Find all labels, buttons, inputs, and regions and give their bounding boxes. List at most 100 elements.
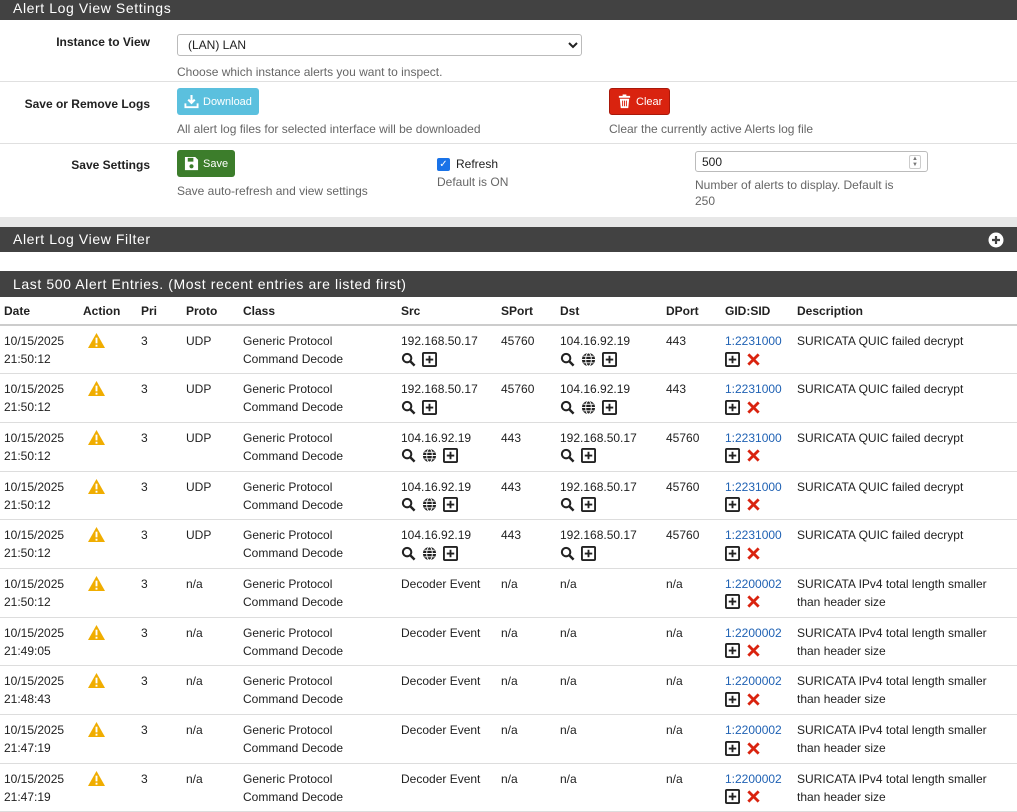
filter-panel-header[interactable]: Alert Log View Filter [0, 227, 1017, 252]
globe-icon[interactable] [422, 448, 437, 463]
sport-cell: n/a [497, 714, 556, 764]
search-icon[interactable] [560, 497, 575, 512]
pri-cell: 3 [137, 568, 182, 618]
add-to-list-icon[interactable] [422, 399, 437, 415]
dst-icons [560, 398, 658, 416]
add-to-list-icon[interactable] [602, 351, 617, 367]
search-icon[interactable] [401, 400, 416, 415]
proto-cell: n/a [182, 568, 239, 618]
save-remove-row: Save or Remove Logs Download All alert l… [0, 82, 1017, 144]
globe-icon[interactable] [422, 497, 437, 512]
globe-icon[interactable] [422, 546, 437, 561]
refresh-checkbox-group[interactable]: ✓ Refresh [437, 157, 695, 172]
date-cell: 10/15/2025 [4, 479, 65, 494]
col-sport[interactable]: SPort [497, 297, 556, 326]
disable-rule-icon[interactable] [746, 692, 761, 707]
add-to-suppress-icon[interactable] [725, 740, 740, 756]
gidsid-link[interactable]: 1:2200002 [725, 624, 789, 642]
disable-rule-icon[interactable] [746, 741, 761, 756]
dport-cell: n/a [662, 568, 721, 618]
col-class[interactable]: Class [239, 297, 397, 326]
gidsid-link[interactable]: 1:2200002 [725, 721, 789, 739]
col-src[interactable]: Src [397, 297, 497, 326]
instance-select[interactable]: (LAN) LAN [177, 34, 582, 56]
col-dst[interactable]: Dst [556, 297, 662, 326]
add-to-suppress-icon[interactable] [725, 643, 740, 659]
pri-cell: 3 [137, 422, 182, 472]
add-to-list-icon[interactable] [443, 448, 458, 464]
gidsid-link[interactable]: 1:2231000 [725, 526, 789, 544]
disable-rule-icon[interactable] [746, 546, 761, 561]
refresh-checkbox[interactable]: ✓ [437, 158, 450, 172]
add-to-suppress-icon[interactable] [725, 545, 740, 561]
col-description[interactable]: Description [793, 297, 1017, 326]
add-to-list-icon[interactable] [581, 448, 596, 464]
clear-button[interactable]: Clear [609, 88, 671, 115]
search-icon[interactable] [401, 497, 416, 512]
search-icon[interactable] [401, 352, 416, 367]
src-cell: 104.16.92.19 [401, 528, 472, 543]
plus-circle-icon[interactable] [988, 232, 1004, 248]
disable-rule-icon[interactable] [746, 400, 761, 415]
globe-icon[interactable] [581, 400, 596, 415]
date-cell: 10/15/2025 [4, 334, 65, 348]
spinner-down-icon[interactable]: ▼ [912, 162, 918, 168]
add-to-suppress-icon[interactable] [725, 497, 740, 513]
gidsid-link[interactable]: 1:2200002 [725, 672, 789, 690]
disable-rule-icon[interactable] [746, 497, 761, 512]
add-to-list-icon[interactable] [602, 399, 617, 415]
sport-cell: n/a [497, 763, 556, 812]
add-to-list-icon[interactable] [581, 497, 596, 513]
search-icon[interactable] [401, 546, 416, 561]
src-icons [401, 690, 493, 708]
class-line1: Generic Protocol [243, 625, 333, 640]
col-date[interactable]: Date [0, 297, 79, 326]
search-icon[interactable] [560, 448, 575, 463]
download-label: Download [203, 95, 252, 108]
col-dport[interactable]: DPort [662, 297, 721, 326]
add-to-list-icon[interactable] [443, 545, 458, 561]
col-gidsid[interactable]: GID:SID [721, 297, 793, 326]
add-to-suppress-icon[interactable] [725, 448, 740, 464]
add-to-list-icon[interactable] [443, 497, 458, 513]
add-to-list-icon[interactable] [422, 351, 437, 367]
save-help: Save auto-refresh and view settings [177, 184, 368, 198]
dport-cell: 45760 [662, 471, 721, 521]
col-pri[interactable]: Pri [137, 297, 182, 326]
search-icon[interactable] [401, 448, 416, 463]
class-line2: Command Decode [243, 692, 344, 707]
gidsid-link[interactable]: 1:2200002 [725, 770, 789, 788]
dport-cell: n/a [662, 714, 721, 764]
src-icons [401, 398, 493, 416]
add-to-suppress-icon[interactable] [725, 691, 740, 707]
col-action[interactable]: Action [79, 297, 137, 326]
number-spinner[interactable]: ▲ ▼ [909, 154, 921, 169]
class-line2: Command Decode [243, 448, 344, 463]
warning-icon [88, 429, 105, 445]
add-to-suppress-icon[interactable] [725, 594, 740, 610]
class-line1: Generic Protocol [243, 771, 333, 786]
globe-icon[interactable] [581, 351, 596, 367]
gidsid-link[interactable]: 1:2231000 [725, 478, 789, 496]
add-to-list-icon[interactable] [581, 545, 596, 561]
gidsid-link[interactable]: 1:2231000 [725, 332, 789, 350]
gidsid-link[interactable]: 1:2200002 [725, 575, 789, 593]
disable-rule-icon[interactable] [746, 352, 761, 367]
src-icons [401, 447, 493, 465]
sport-cell: 45760 [497, 325, 556, 375]
gidsid-link[interactable]: 1:2231000 [725, 429, 789, 447]
add-to-suppress-icon[interactable] [725, 351, 740, 367]
col-proto[interactable]: Proto [182, 297, 239, 326]
add-to-suppress-icon[interactable] [725, 399, 740, 415]
search-icon[interactable] [560, 352, 575, 367]
gidsid-link[interactable]: 1:2231000 [725, 380, 789, 398]
search-icon[interactable] [560, 400, 575, 415]
download-button[interactable]: Download [177, 88, 259, 115]
search-icon[interactable] [560, 546, 575, 561]
alerts-count-input[interactable]: 500 ▲ ▼ [695, 151, 928, 172]
disable-rule-icon[interactable] [746, 594, 761, 609]
save-button[interactable]: Save [177, 150, 236, 177]
src-icons [401, 350, 493, 368]
disable-rule-icon[interactable] [746, 643, 761, 658]
disable-rule-icon[interactable] [746, 448, 761, 463]
